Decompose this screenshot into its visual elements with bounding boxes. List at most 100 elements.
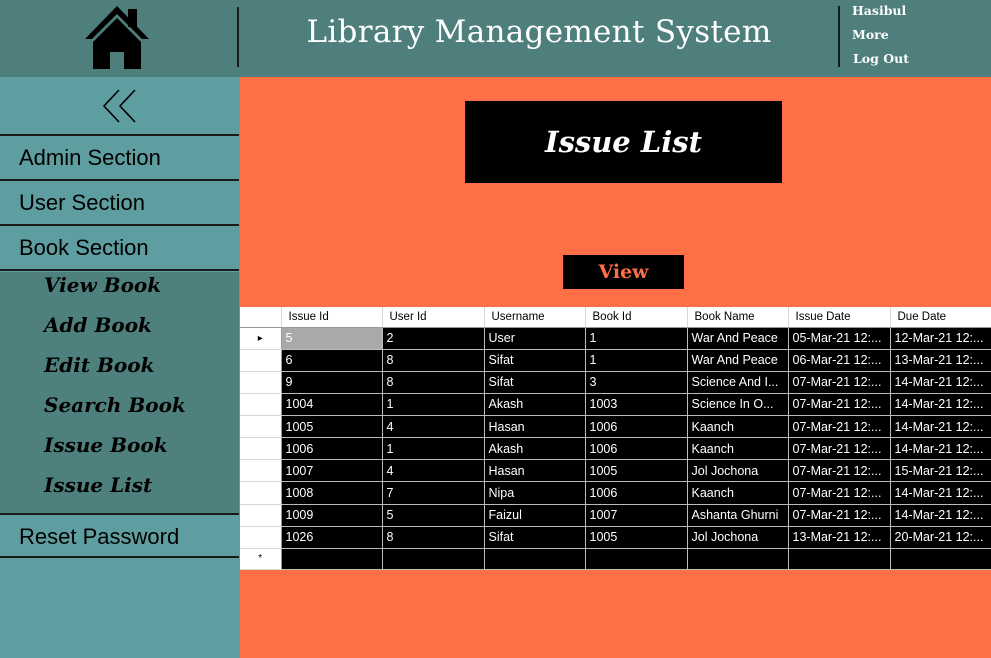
empty-cell[interactable] bbox=[687, 548, 789, 571]
user-id-cell[interactable]: 5 bbox=[382, 504, 485, 527]
grid-corner-cell[interactable] bbox=[240, 307, 282, 328]
column-header-issue-id[interactable]: Issue Id bbox=[281, 307, 383, 328]
more-link[interactable]: More bbox=[852, 26, 909, 50]
table-row[interactable]: 1009 5 Faizul 1007 Ashanta Ghurni 07-Mar-21 1… bbox=[240, 504, 991, 527]
issue-date-cell[interactable]: 07-Mar-21 12:... bbox=[788, 371, 891, 394]
username-cell[interactable]: Hasan bbox=[484, 415, 586, 439]
issue-id-cell[interactable]: 1005 bbox=[281, 415, 383, 439]
book-name-cell[interactable]: War And Peace bbox=[687, 349, 789, 372]
row-header-cell[interactable] bbox=[240, 504, 282, 527]
row-header-cell[interactable]: ▸ bbox=[240, 327, 282, 350]
book-name-cell[interactable]: Science In O... bbox=[687, 393, 789, 417]
issue-id-cell[interactable]: 5 bbox=[281, 327, 383, 350]
issue-date-cell[interactable]: 07-Mar-21 12:... bbox=[788, 415, 891, 439]
empty-cell[interactable] bbox=[585, 548, 688, 571]
user-id-cell[interactable]: 8 bbox=[382, 526, 485, 549]
row-header-cell[interactable] bbox=[240, 393, 282, 417]
table-row[interactable]: 1007 4 Hasan 1005 Jol Jochona 07-Mar-21 12:..… bbox=[240, 459, 991, 483]
submenu-item-issue-list[interactable]: Issue List bbox=[44, 473, 152, 497]
user-id-cell[interactable]: 1 bbox=[382, 437, 485, 461]
username-cell[interactable]: Akash bbox=[484, 393, 586, 417]
new-row[interactable]: * bbox=[240, 548, 991, 571]
due-date-cell[interactable]: 14-Mar-21 12:... bbox=[890, 481, 991, 505]
issue-date-cell[interactable]: 06-Mar-21 12:... bbox=[788, 349, 891, 372]
book-id-cell[interactable]: 1007 bbox=[585, 504, 688, 527]
collapse-sidebar-button[interactable] bbox=[0, 77, 239, 136]
user-id-cell[interactable]: 4 bbox=[382, 459, 485, 483]
sidebar-item-reset-password[interactable]: Reset Password bbox=[0, 513, 239, 558]
issue-date-cell[interactable]: 05-Mar-21 12:... bbox=[788, 327, 891, 350]
user-id-cell[interactable]: 7 bbox=[382, 481, 485, 505]
empty-cell[interactable] bbox=[382, 548, 485, 571]
table-row[interactable]: 1008 7 Nipa 1006 Kaanch 07-Mar-21 12:... 14-Ma… bbox=[240, 481, 991, 505]
book-id-cell[interactable]: 1005 bbox=[585, 459, 688, 483]
issue-id-cell[interactable]: 1004 bbox=[281, 393, 383, 417]
book-name-cell[interactable]: Jol Jochona bbox=[687, 459, 789, 483]
row-header-cell[interactable] bbox=[240, 526, 282, 549]
row-header-cell[interactable] bbox=[240, 437, 282, 461]
issue-date-cell[interactable]: 07-Mar-21 12:... bbox=[788, 459, 891, 483]
book-id-cell[interactable]: 1 bbox=[585, 327, 688, 350]
submenu-item-view-book[interactable]: View Book bbox=[44, 273, 161, 297]
user-id-cell[interactable]: 1 bbox=[382, 393, 485, 417]
empty-cell[interactable] bbox=[890, 548, 991, 571]
due-date-cell[interactable]: 14-Mar-21 12:... bbox=[890, 504, 991, 527]
due-date-cell[interactable]: 12-Mar-21 12:... bbox=[890, 327, 991, 350]
table-row[interactable]: 9 8 Sifat 3 Science And I... 07-Mar-21 12:...… bbox=[240, 371, 991, 394]
empty-cell[interactable] bbox=[281, 548, 383, 571]
issue-date-cell[interactable]: 07-Mar-21 12:... bbox=[788, 437, 891, 461]
row-header-cell[interactable] bbox=[240, 371, 282, 394]
book-id-cell[interactable]: 1003 bbox=[585, 393, 688, 417]
username-cell[interactable]: Sifat bbox=[484, 526, 586, 549]
issue-date-cell[interactable]: 13-Mar-21 12:... bbox=[788, 526, 891, 549]
username-cell[interactable]: Akash bbox=[484, 437, 586, 461]
book-id-cell[interactable]: 1006 bbox=[585, 481, 688, 505]
column-header-book-name[interactable]: Book Name bbox=[687, 307, 789, 328]
table-row[interactable]: 1004 1 Akash 1003 Science In O... 07-Mar-21 1… bbox=[240, 393, 991, 417]
column-header-user-id[interactable]: User Id bbox=[382, 307, 485, 328]
username-cell[interactable]: Sifat bbox=[484, 371, 586, 394]
username-cell[interactable]: Nipa bbox=[484, 481, 586, 505]
column-header-book-id[interactable]: Book Id bbox=[585, 307, 688, 328]
empty-cell[interactable] bbox=[484, 548, 586, 571]
issue-id-cell[interactable]: 1006 bbox=[281, 437, 383, 461]
issue-id-cell[interactable]: 6 bbox=[281, 349, 383, 372]
book-name-cell[interactable]: Kaanch bbox=[687, 437, 789, 461]
row-header-cell[interactable] bbox=[240, 481, 282, 505]
submenu-item-add-book[interactable]: Add Book bbox=[44, 313, 152, 337]
column-header-due-date[interactable]: Due Date bbox=[890, 307, 991, 328]
home-icon[interactable] bbox=[84, 5, 150, 69]
user-id-cell[interactable]: 8 bbox=[382, 371, 485, 394]
issue-id-cell[interactable]: 1008 bbox=[281, 481, 383, 505]
issue-list-grid[interactable]: Issue Id User Id Username Book Id Book N… bbox=[240, 307, 991, 571]
user-id-cell[interactable]: 2 bbox=[382, 327, 485, 350]
sidebar-item-admin-section[interactable]: Admin Section bbox=[0, 136, 239, 181]
book-name-cell[interactable]: Kaanch bbox=[687, 415, 789, 439]
sidebar-item-user-section[interactable]: User Section bbox=[0, 181, 239, 226]
book-id-cell[interactable]: 1 bbox=[585, 349, 688, 372]
submenu-item-edit-book[interactable]: Edit Book bbox=[44, 353, 154, 377]
book-name-cell[interactable]: War And Peace bbox=[687, 327, 789, 350]
issue-date-cell[interactable]: 07-Mar-21 12:... bbox=[788, 481, 891, 505]
due-date-cell[interactable]: 13-Mar-21 12:... bbox=[890, 349, 991, 372]
empty-cell[interactable] bbox=[788, 548, 891, 571]
due-date-cell[interactable]: 20-Mar-21 12:... bbox=[890, 526, 991, 549]
book-name-cell[interactable]: Science And I... bbox=[687, 371, 789, 394]
book-id-cell[interactable]: 1006 bbox=[585, 415, 688, 439]
logout-link[interactable]: Log Out bbox=[852, 50, 909, 74]
table-row[interactable]: 1005 4 Hasan 1006 Kaanch 07-Mar-21 12:... 14-M… bbox=[240, 415, 991, 439]
book-name-cell[interactable]: Kaanch bbox=[687, 481, 789, 505]
submenu-item-issue-book[interactable]: Issue Book bbox=[44, 433, 168, 457]
new-row-marker[interactable]: * bbox=[240, 548, 282, 571]
submenu-item-search-book[interactable]: Search Book bbox=[44, 393, 186, 417]
username-cell[interactable]: Sifat bbox=[484, 349, 586, 372]
column-header-username[interactable]: Username bbox=[484, 307, 586, 328]
book-id-cell[interactable]: 3 bbox=[585, 371, 688, 394]
row-header-cell[interactable] bbox=[240, 349, 282, 372]
book-id-cell[interactable]: 1005 bbox=[585, 526, 688, 549]
issue-id-cell[interactable]: 1009 bbox=[281, 504, 383, 527]
due-date-cell[interactable]: 14-Mar-21 12:... bbox=[890, 415, 991, 439]
book-id-cell[interactable]: 1006 bbox=[585, 437, 688, 461]
user-id-cell[interactable]: 4 bbox=[382, 415, 485, 439]
sidebar-item-book-section[interactable]: Book Section bbox=[0, 226, 239, 271]
